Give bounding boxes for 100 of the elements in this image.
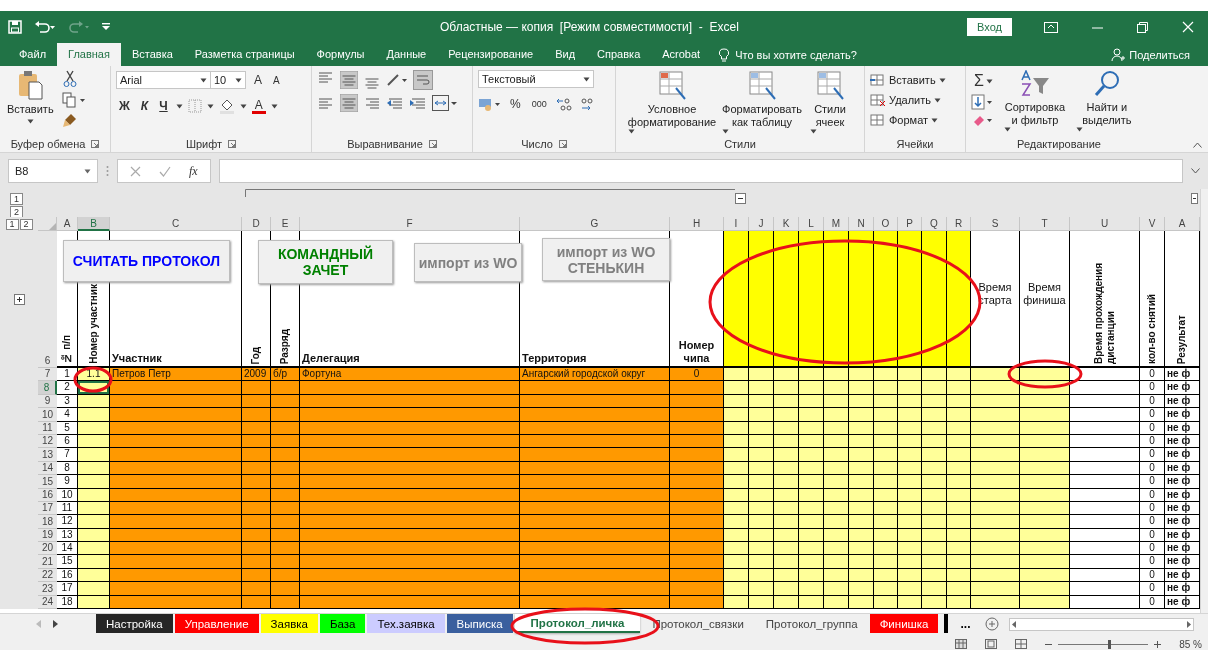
row-header[interactable]: 15 [38, 475, 57, 489]
ribbon-tab[interactable]: Справка [586, 43, 652, 66]
row-header[interactable]: 23 [38, 582, 57, 596]
sheet-tab[interactable]: Протокол_группа [755, 614, 868, 633]
customize-icon[interactable] [102, 23, 110, 31]
italic-button[interactable]: К [137, 96, 152, 116]
outline-level-button[interactable]: 2 [19, 218, 33, 230]
font-color-button[interactable]: A [251, 98, 266, 114]
column-header[interactable]: A [57, 217, 78, 231]
macro-button[interactable]: СЧИТАТЬ ПРОТОКОЛ [63, 240, 230, 282]
sheet-tab[interactable]: Управление [174, 614, 259, 633]
percent-button[interactable]: % [507, 94, 524, 114]
sheet-tab[interactable]: Выписка [446, 614, 513, 633]
sheet-tab[interactable]: Финишка [869, 614, 939, 633]
sheet-tab[interactable]: Настройка [96, 614, 173, 633]
column-header[interactable]: H [670, 217, 724, 231]
row-header[interactable]: 8 [38, 381, 57, 395]
column-header[interactable]: S [971, 217, 1020, 231]
zoom-level[interactable]: 85 % [1179, 638, 1202, 650]
shrink-font-button[interactable]: A [270, 70, 283, 90]
launcher-icon[interactable] [228, 140, 237, 148]
horizontal-scrollbar[interactable] [1008, 618, 1194, 631]
sign-in-button[interactable]: Вход [967, 18, 1012, 36]
fill-down-icon[interactable] [971, 94, 993, 110]
column-header[interactable]: I [724, 217, 749, 231]
column-header[interactable]: D [242, 217, 271, 231]
column-header[interactable]: F [300, 217, 520, 231]
outline-level-button[interactable]: 1 [5, 218, 19, 230]
save-icon[interactable] [8, 20, 22, 34]
column-header[interactable]: E [271, 217, 300, 231]
sheet-tab[interactable]: Заявка [260, 614, 318, 633]
expand-group-icon[interactable] [1191, 193, 1198, 204]
cells-button[interactable]: Формат [870, 110, 960, 130]
formula-input[interactable] [218, 159, 1183, 183]
column-header[interactable]: T [1020, 217, 1070, 231]
currency-icon[interactable] [478, 96, 502, 112]
row-header[interactable]: 20 [38, 542, 57, 556]
scroll-right-icon[interactable] [53, 620, 58, 628]
column-header[interactable]: U [1070, 217, 1140, 231]
column-header[interactable]: R [947, 217, 971, 231]
undo-icon[interactable] [34, 20, 56, 34]
row-header[interactable]: 10 [38, 408, 57, 422]
paste-button[interactable]: Вставить [5, 70, 56, 136]
ribbon-tab[interactable]: Рецензирование [437, 43, 545, 66]
column-header[interactable]: Q [922, 217, 947, 231]
find-select-button[interactable]: Найти и выделить [1073, 70, 1140, 136]
scissors-icon[interactable] [61, 70, 78, 88]
collapse-ribbon-icon[interactable] [1193, 142, 1202, 148]
copy-icon[interactable] [61, 92, 86, 108]
column-header[interactable]: V [1140, 217, 1165, 231]
ribbon-tab[interactable]: Разметка страницы [183, 43, 306, 66]
font-size-field[interactable]: 10 [210, 71, 246, 89]
column-header[interactable]: J [749, 217, 774, 231]
column-header[interactable]: O [874, 217, 898, 231]
ribbon-tab[interactable]: Файл [8, 43, 58, 66]
increase-decimal-icon[interactable] [554, 96, 573, 112]
column-header[interactable]: G [520, 217, 670, 231]
row-header[interactable]: 7 [38, 368, 57, 382]
scroll-left-icon[interactable] [1011, 621, 1016, 628]
outline-level-button[interactable]: 2 [10, 206, 23, 218]
insert-function-button[interactable]: fx [189, 163, 198, 179]
scroll-right-icon[interactable] [1186, 621, 1191, 628]
format-painter-icon[interactable] [61, 112, 78, 128]
sort-filter-button[interactable]: Сортировка и фильтр [1001, 70, 1068, 136]
row-header[interactable]: 13 [38, 448, 57, 462]
column-header[interactable]: C [110, 217, 242, 231]
launcher-icon[interactable] [558, 140, 567, 148]
column-header[interactable]: A [1165, 217, 1200, 231]
add-sheet-icon[interactable] [984, 617, 999, 631]
macro-button[interactable]: КОМАНДНЫЙ ЗАЧЕТ [258, 240, 393, 284]
ribbon-tab[interactable]: Данные [375, 43, 438, 66]
row-header[interactable]: 21 [38, 555, 57, 569]
cells-button[interactable]: Удалить [870, 90, 960, 110]
row-header[interactable]: 18 [38, 515, 57, 529]
column-header[interactable]: M [824, 217, 849, 231]
vertical-scrollbar[interactable] [1200, 189, 1208, 613]
autosum-button[interactable]: Σ [971, 70, 996, 92]
sheet-tab[interactable]: Тех.заявка [367, 614, 445, 633]
normal-view-icon[interactable] [955, 639, 968, 649]
expand-rows-icon[interactable] [13, 294, 25, 305]
styles-button[interactable]: Форматировать как таблицу [720, 70, 804, 136]
bold-button[interactable]: Ж [116, 96, 133, 116]
ribbon-tab[interactable]: Вставка [120, 43, 184, 66]
close-icon[interactable] [1182, 21, 1194, 33]
sheet-tab[interactable]: Протокол_личка [514, 614, 641, 633]
ribbon-tab[interactable]: Acrobat [651, 43, 712, 66]
styles-button[interactable]: Стили ячеек [808, 70, 852, 136]
more-sheets-button[interactable]: ... [954, 614, 977, 633]
sheet-tab[interactable]: База [319, 614, 366, 633]
underline-button[interactable]: Ч [156, 96, 171, 116]
ribbon-display-icon[interactable] [1044, 21, 1058, 33]
column-header[interactable]: B [78, 217, 110, 231]
launcher-icon[interactable] [91, 140, 100, 148]
expand-icon[interactable] [1191, 168, 1200, 174]
column-header[interactable]: N [849, 217, 874, 231]
orientation-icon[interactable] [386, 72, 408, 88]
grow-font-button[interactable]: A [251, 70, 265, 90]
zoom-thumb[interactable] [1107, 639, 1111, 649]
launcher-icon[interactable] [428, 140, 437, 148]
ribbon-tab[interactable]: Формулы [305, 43, 376, 66]
